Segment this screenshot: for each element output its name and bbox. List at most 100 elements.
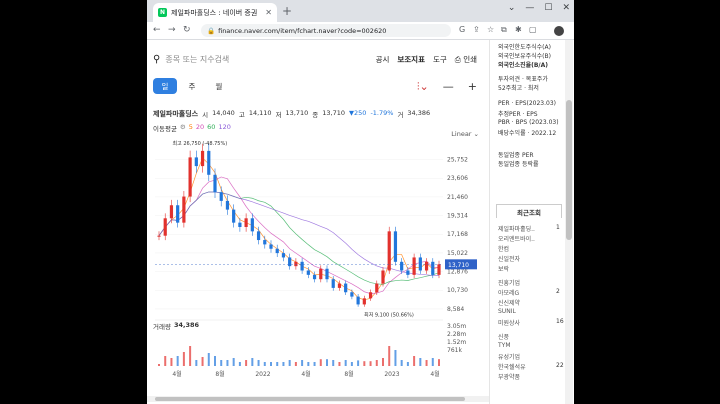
- stock-info-sidebar: 최근조회 외국인한도주식수(A) 외국인보유주식수(B) 외국인소진율(B/A) 투자…: [489, 40, 574, 404]
- volume-bar: [195, 360, 198, 366]
- zoom-in-button[interactable]: +: [468, 80, 477, 94]
- volume-bar: [288, 360, 291, 366]
- zoom-out-button[interactable]: —: [443, 80, 454, 94]
- maximize-button[interactable]: ☐: [544, 3, 552, 13]
- volume-bar: [350, 362, 353, 366]
- info-line: PER · EPS(2023.03): [498, 100, 557, 107]
- candle: [182, 196, 186, 223]
- x-tick-label: 8월: [344, 370, 353, 378]
- recent-item[interactable]: TYM: [498, 342, 511, 349]
- moving-average-legend[interactable]: 이동평균 ⚙ 5 20 60 120: [153, 123, 231, 133]
- browser-tab[interactable]: N 제일파마홀딩스 : 네이버 증권 ✕: [153, 3, 277, 22]
- recent-item[interactable]: 유성기업: [498, 352, 520, 361]
- tab-weekly[interactable]: 주: [180, 78, 204, 94]
- volume-bar: [189, 346, 192, 366]
- link-indicators[interactable]: 보조지표: [397, 54, 425, 65]
- volume-bar: [307, 362, 310, 366]
- recent-item[interactable]: 아모레G: [498, 288, 519, 297]
- link-print[interactable]: ⎙ 인쇄: [455, 54, 477, 65]
- link-tools[interactable]: 도구: [433, 54, 447, 65]
- extension-icon[interactable]: ⧉: [501, 25, 507, 35]
- chevron-down-icon[interactable]: ⌄: [508, 3, 516, 13]
- recent-item[interactable]: 진흥기업: [498, 278, 520, 287]
- stock-search[interactable]: ⚲ 종목 또는 지수검색: [153, 54, 229, 65]
- reload-button[interactable]: ↻: [183, 25, 191, 35]
- recent-item[interactable]: 신신제약: [498, 298, 520, 307]
- recent-item[interactable]: 오리엔트바이..: [498, 234, 535, 243]
- google-icon[interactable]: G: [459, 25, 465, 34]
- tab-monthly[interactable]: 월: [207, 78, 231, 94]
- volume-bar: [419, 358, 422, 366]
- recent-item[interactable]: 한컴: [498, 244, 509, 253]
- address-bar: ← → ↻ 🔒 finance.naver.com/item/fchart.nav…: [147, 22, 574, 40]
- gear-icon[interactable]: ⚙: [180, 123, 186, 133]
- recent-item[interactable]: 신풍: [498, 332, 509, 341]
- volume-bar: [158, 364, 160, 366]
- volume-bar: [301, 360, 304, 366]
- candle: [300, 261, 304, 271]
- info-line: PBR · BPS (2023.03): [498, 119, 559, 126]
- recent-item[interactable]: 한국쉘석유: [498, 362, 526, 371]
- candle: [157, 235, 161, 237]
- minimize-button[interactable]: —: [525, 3, 534, 13]
- volume-value: 34,386: [407, 109, 431, 117]
- recent-item[interactable]: 제일파마홀딩..: [498, 224, 535, 233]
- volume-bar: [413, 356, 416, 366]
- x-tick-label: 2023: [384, 371, 399, 378]
- volume-tick-label: 2.28m: [447, 331, 466, 338]
- recent-item[interactable]: 미원상사: [498, 318, 520, 327]
- volume-bar: [400, 360, 403, 366]
- volume-bar: [431, 358, 434, 366]
- sidepanel-icon[interactable]: ▢: [529, 25, 537, 34]
- candle: [188, 157, 192, 197]
- share-icon[interactable]: ⇪: [473, 25, 480, 34]
- recent-views-tab[interactable]: 최근조회: [496, 204, 562, 218]
- candle: [275, 248, 279, 254]
- recent-item[interactable]: 부광약품: [498, 372, 520, 381]
- window-controls: ⌄ — ☐ ✕: [508, 3, 570, 13]
- candle: [406, 270, 410, 275]
- candle-type-icon[interactable]: ⫶⌄: [417, 80, 429, 94]
- open-price: 14,040: [212, 109, 235, 117]
- candle: [207, 150, 211, 175]
- new-tab-button[interactable]: +: [280, 4, 294, 18]
- period-tabs: 일 주 월: [153, 78, 231, 94]
- ma20-label: 20: [195, 123, 205, 131]
- info-line: 추정PER · EPS: [498, 111, 538, 118]
- search-input[interactable]: 종목 또는 지수검색: [165, 54, 229, 65]
- recent-count: 2: [556, 288, 560, 295]
- recent-item[interactable]: 신일전자: [498, 254, 520, 263]
- puzzle-icon[interactable]: ✱: [515, 25, 522, 34]
- volume-bar: [319, 359, 322, 366]
- close-window-button[interactable]: ✕: [562, 3, 570, 13]
- info-line: 52주최고 · 최저: [498, 85, 539, 92]
- volume-tick-label: 3.05m: [447, 323, 466, 330]
- url-field[interactable]: 🔒 finance.naver.com/item/fchart.naver?cod…: [201, 24, 451, 37]
- recent-count: 22: [556, 362, 564, 369]
- candle: [375, 283, 379, 293]
- volume-bar: [176, 356, 179, 366]
- tab-daily[interactable]: 일: [153, 78, 177, 94]
- link-disclosure[interactable]: 공시: [376, 54, 390, 65]
- bookmark-icon[interactable]: ☆: [487, 25, 494, 34]
- volume-bar: [425, 360, 428, 366]
- volume-bar: [182, 352, 185, 366]
- x-tick-label: 4월: [430, 370, 439, 378]
- horizontal-scrollbar[interactable]: [147, 396, 489, 402]
- forward-button[interactable]: →: [168, 25, 176, 35]
- search-icon[interactable]: ⚲: [153, 54, 160, 65]
- close-tab-icon[interactable]: ✕: [265, 8, 272, 17]
- recent-item[interactable]: SUNIL: [498, 308, 516, 315]
- recent-item[interactable]: 보락: [498, 264, 509, 273]
- vertical-scrollbar[interactable]: [565, 40, 573, 404]
- stock-name: 제일파마홀딩스: [153, 110, 199, 118]
- candle: [319, 268, 323, 280]
- volume-bar: [394, 350, 397, 366]
- candle: [288, 257, 292, 267]
- back-button[interactable]: ←: [153, 25, 161, 35]
- price-chart[interactable]: 25,752 23,606 21,460 19,314 17,168 15,022 12,8…: [147, 136, 489, 404]
- volume-bar: [438, 359, 440, 366]
- candle: [412, 257, 416, 275]
- profile-avatar[interactable]: [554, 26, 564, 36]
- lock-icon: 🔒: [207, 26, 216, 35]
